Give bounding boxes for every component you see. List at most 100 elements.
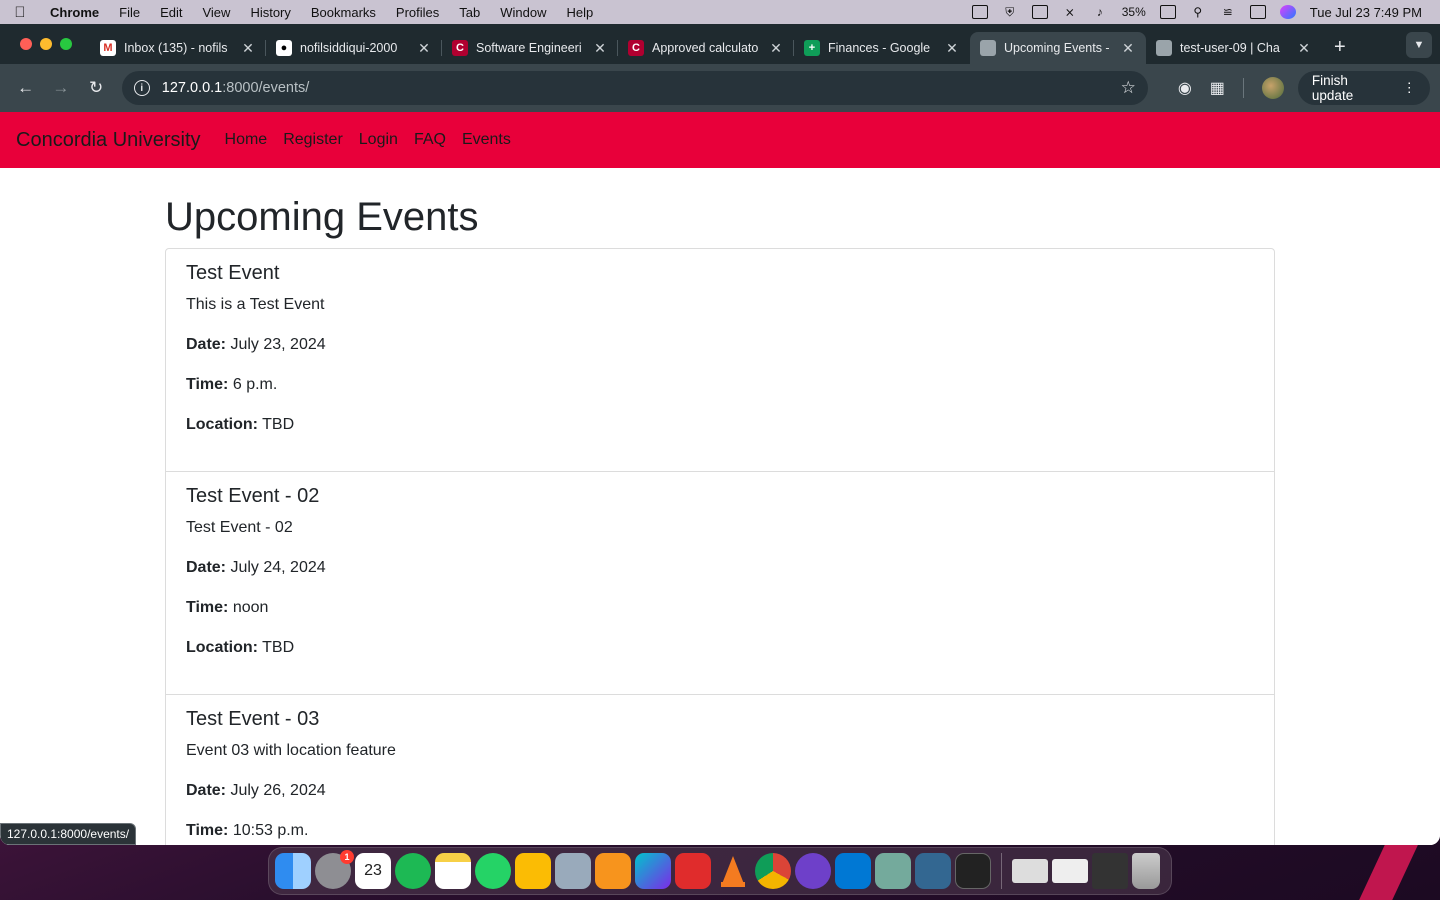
preview-icon[interactable] — [555, 853, 591, 889]
address-bar[interactable]: i 127.0.0.1 :8000/events/ ☆ — [121, 71, 1148, 105]
wifi-icon[interactable]: ≌ — [1220, 5, 1236, 19]
close-tab-icon[interactable]: ✕ — [592, 40, 608, 57]
minimize-window-button[interactable] — [40, 38, 52, 50]
menu-help[interactable]: Help — [557, 5, 604, 20]
siri-icon[interactable] — [1279, 5, 1296, 19]
terminal-icon[interactable] — [955, 853, 991, 889]
nav-events[interactable]: Events — [462, 131, 511, 149]
finish-update-label: Finish update — [1311, 73, 1354, 103]
close-window-button[interactable] — [20, 38, 32, 50]
chrome-icon[interactable] — [755, 853, 791, 889]
forward-arrow-icon[interactable]: → — [45, 72, 76, 104]
calendar-day: 23 — [364, 862, 382, 879]
globe-icon — [1156, 40, 1172, 56]
mute-icon[interactable]: ♪ — [1092, 5, 1108, 19]
reload-icon[interactable]: ↻ — [81, 72, 112, 104]
tab-gmail[interactable]: M Inbox (135) - nofils ✕ — [90, 32, 266, 64]
wps-icon[interactable] — [971, 5, 988, 19]
menu-edit[interactable]: Edit — [150, 5, 192, 20]
system-settings-icon[interactable]: 1 — [315, 850, 354, 889]
apple-icon[interactable]:  — [0, 4, 40, 21]
menu-bookmarks[interactable]: Bookmarks — [301, 5, 386, 20]
battery-icon[interactable] — [1159, 5, 1176, 19]
chatgpt-icon[interactable] — [875, 853, 911, 889]
extensions-puzzle-icon[interactable]: ▦ — [1210, 78, 1225, 98]
location-label: Location: — [186, 416, 258, 433]
close-tab-icon[interactable]: ✕ — [768, 40, 784, 57]
site-brand[interactable]: Concordia University — [16, 129, 201, 152]
trash-icon[interactable] — [1132, 853, 1160, 889]
pages-icon[interactable] — [595, 853, 631, 889]
downloads-stack-icon[interactable] — [1092, 853, 1128, 889]
dock-divider — [1001, 853, 1002, 889]
menu-tab[interactable]: Tab — [449, 5, 490, 20]
vlc-icon[interactable] — [715, 853, 751, 889]
date-value: July 24, 2024 — [230, 559, 326, 576]
bluetooth-off-icon[interactable]: ⨯ — [1062, 5, 1078, 19]
keep-icon[interactable] — [515, 853, 551, 889]
wps-office-icon[interactable] — [675, 853, 711, 889]
profile-avatar[interactable] — [1261, 77, 1284, 99]
control-center-icon[interactable] — [1249, 5, 1266, 19]
menubar-clock[interactable]: Tue Jul 23 7:49 PM — [1310, 5, 1422, 20]
keyboard-icon[interactable] — [1031, 5, 1048, 19]
menubar-status-area: ⛨ ⨯ ♪ 35% ⚲ ≌ Tue Jul 23 7:49 PM — [971, 5, 1440, 20]
close-tab-icon[interactable]: ✕ — [944, 40, 960, 57]
menu-profiles[interactable]: Profiles — [386, 5, 449, 20]
recent-window-thumbnail-icon[interactable] — [1012, 859, 1048, 883]
vscode-icon[interactable] — [835, 853, 871, 889]
close-tab-icon[interactable]: ✕ — [1120, 40, 1136, 57]
tab-approved-calculators[interactable]: C Approved calculato ✕ — [618, 32, 794, 64]
notification-badge: 1 — [340, 850, 354, 864]
finder-icon[interactable] — [275, 853, 311, 889]
finish-update-button[interactable]: Finish update ⋮ — [1297, 71, 1430, 105]
chevron-down-icon[interactable]: ▼ — [1406, 32, 1432, 58]
close-tab-icon[interactable]: ✕ — [1296, 40, 1312, 57]
back-arrow-icon[interactable]: ← — [10, 72, 41, 104]
menu-file[interactable]: File — [109, 5, 150, 20]
pgadmin-icon[interactable] — [915, 853, 951, 889]
bookmark-star-icon[interactable]: ☆ — [1121, 78, 1136, 98]
extension-area: ◉ ▦ — [1178, 77, 1284, 99]
github-icon: ● — [276, 40, 292, 56]
calendar-icon[interactable]: 23 — [355, 853, 391, 889]
close-tab-icon[interactable]: ✕ — [416, 40, 432, 57]
translate-globe-icon[interactable]: ◉ — [1178, 78, 1192, 98]
nav-login[interactable]: Login — [359, 131, 398, 149]
menu-window[interactable]: Window — [490, 5, 556, 20]
menu-app-name[interactable]: Chrome — [40, 5, 109, 20]
nav-register[interactable]: Register — [283, 131, 343, 149]
tab-finances[interactable]: + Finances - Google ✕ — [794, 32, 970, 64]
search-icon[interactable]: ⚲ — [1190, 5, 1206, 19]
tab-software-engineering[interactable]: C Software Engineeri ✕ — [442, 32, 618, 64]
tab-title: Upcoming Events - — [1004, 41, 1110, 55]
url-path: :8000/events/ — [222, 80, 310, 96]
menu-history[interactable]: History — [240, 5, 300, 20]
zoom-window-button[interactable] — [60, 38, 72, 50]
page-title: Upcoming Events — [165, 195, 479, 239]
menu-view[interactable]: View — [192, 5, 240, 20]
nav-faq[interactable]: FAQ — [414, 131, 446, 149]
close-tab-icon[interactable]: ✕ — [240, 40, 256, 57]
event-date: Date: July 26, 2024 — [186, 779, 1254, 803]
spotify-icon[interactable] — [395, 853, 431, 889]
nav-home[interactable]: Home — [225, 131, 268, 149]
time-value: 6 p.m. — [232, 376, 278, 393]
tab-github[interactable]: ● nofilsiddiqui-2000 ✕ — [266, 32, 442, 64]
whatsapp-icon[interactable] — [475, 853, 511, 889]
new-tab-icon[interactable]: + — [1334, 36, 1346, 59]
page-viewport: Concordia University Home Register Login… — [0, 112, 1440, 845]
concordia-icon: C — [452, 40, 468, 56]
recent-window-thumbnail-icon[interactable] — [1052, 859, 1088, 883]
tab-title: Approved calculato — [652, 41, 759, 55]
shield-icon[interactable]: ⛨ — [1002, 5, 1018, 19]
notes-icon[interactable] — [435, 853, 471, 889]
gmail-icon: M — [100, 40, 116, 56]
canva-icon[interactable] — [635, 853, 671, 889]
window-controls — [20, 38, 72, 50]
site-info-icon[interactable]: i — [133, 80, 150, 96]
github-desktop-icon[interactable] — [795, 853, 831, 889]
tab-upcoming-events[interactable]: Upcoming Events - ✕ — [970, 32, 1146, 64]
event-location: Location: TBD — [186, 636, 1254, 660]
tab-test-user[interactable]: test-user-09 | Cha ✕ — [1146, 32, 1322, 64]
